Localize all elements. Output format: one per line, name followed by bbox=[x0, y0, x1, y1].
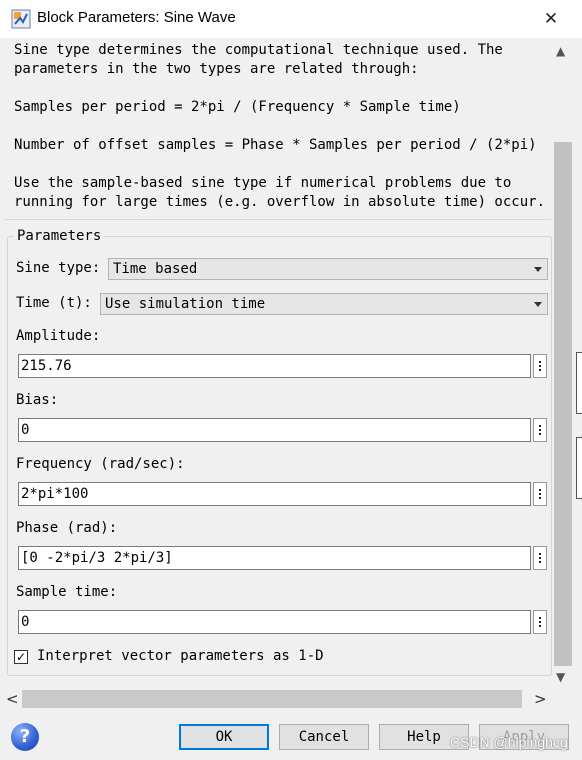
sample-time-label: Sample time: bbox=[16, 584, 118, 600]
amplitude-more-icon[interactable] bbox=[533, 354, 547, 378]
frequency-label: Frequency (rad/sec): bbox=[16, 456, 185, 472]
help-icon[interactable]: ? bbox=[11, 723, 39, 751]
interpret-vector-label: Interpret vector parameters as 1-D bbox=[37, 648, 324, 664]
scroll-up-icon[interactable]: ▲ bbox=[556, 44, 565, 58]
background-window-edge bbox=[576, 437, 582, 499]
phase-label: Phase (rad): bbox=[16, 520, 118, 536]
sample-time-field[interactable]: 0 bbox=[18, 610, 531, 634]
scroll-down-icon[interactable]: ▼ bbox=[556, 670, 565, 684]
sample-time-more-icon[interactable] bbox=[533, 610, 547, 634]
time-value: Use simulation time bbox=[105, 296, 266, 312]
interpret-vector-checkbox[interactable]: ✓ bbox=[14, 650, 28, 664]
time-label: Time (t): bbox=[16, 295, 92, 311]
dialog-content: Sine type determines the computational t… bbox=[0, 38, 553, 685]
time-dropdown[interactable]: Use simulation time bbox=[100, 293, 548, 315]
parameters-group-title: Parameters bbox=[14, 228, 105, 244]
description-paragraph-1: Sine type determines the computational t… bbox=[14, 42, 503, 77]
vertical-scroll-thumb[interactable] bbox=[554, 142, 572, 666]
phase-field[interactable]: [0 -2*pi/3 2*pi/3] bbox=[18, 546, 531, 570]
horizontal-scroll-thumb[interactable] bbox=[22, 690, 522, 708]
description-paragraph-2: Use the sample-based sine type if numeri… bbox=[14, 175, 546, 210]
chevron-down-icon bbox=[534, 302, 542, 307]
description-formula-2: Number of offset samples = Phase * Sampl… bbox=[14, 137, 537, 153]
watermark-text: CSDN @hlpinghcg bbox=[450, 734, 568, 750]
description-formula-1: Samples per period = 2*pi / (Frequency *… bbox=[14, 99, 461, 115]
sine-type-dropdown[interactable]: Time based bbox=[108, 258, 548, 280]
ok-button[interactable]: OK bbox=[179, 724, 269, 750]
bias-field[interactable]: 0 bbox=[18, 418, 531, 442]
window-title: Block Parameters: Sine Wave bbox=[37, 9, 236, 26]
scroll-right-icon[interactable]: > bbox=[534, 690, 547, 708]
bias-label: Bias: bbox=[16, 392, 59, 408]
scroll-left-icon[interactable]: < bbox=[6, 690, 19, 708]
frequency-more-icon[interactable] bbox=[533, 482, 547, 506]
frequency-field[interactable]: 2*pi*100 bbox=[18, 482, 531, 506]
description-divider bbox=[5, 219, 551, 220]
amplitude-field[interactable]: 215.76 bbox=[18, 354, 531, 378]
chevron-down-icon bbox=[534, 267, 542, 272]
simulink-block-icon bbox=[11, 9, 31, 29]
close-icon[interactable]: ✕ bbox=[540, 8, 562, 30]
background-window-edge bbox=[576, 352, 582, 414]
cancel-button[interactable]: Cancel bbox=[279, 724, 369, 750]
bias-more-icon[interactable] bbox=[533, 418, 547, 442]
phase-more-icon[interactable] bbox=[533, 546, 547, 570]
amplitude-label: Amplitude: bbox=[16, 328, 101, 344]
sine-type-value: Time based bbox=[113, 261, 198, 277]
sine-type-label: Sine type: bbox=[16, 260, 101, 276]
